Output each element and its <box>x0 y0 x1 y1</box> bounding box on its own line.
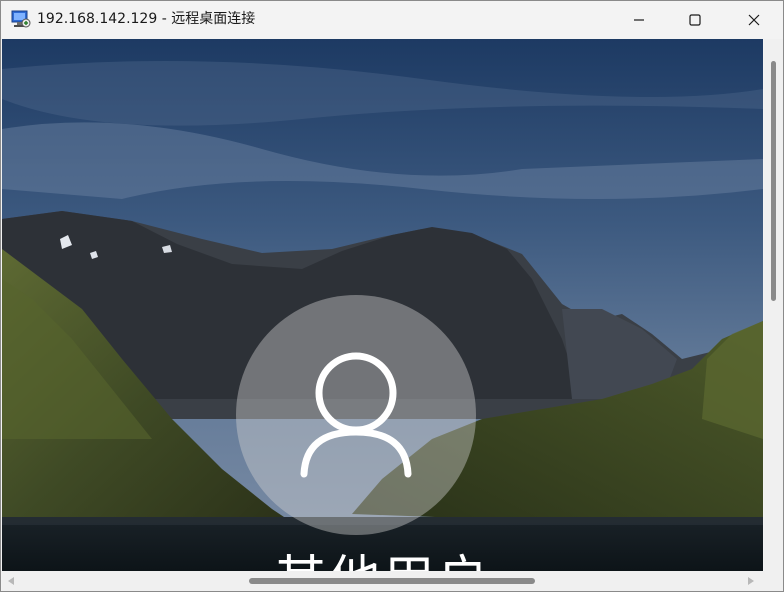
minimize-button[interactable] <box>610 1 668 38</box>
remote-desktop-icon <box>11 9 31 29</box>
horizontal-scrollbar[interactable] <box>2 571 764 591</box>
remote-lock-screen[interactable]: 其他用户 <box>2 39 763 571</box>
remote-desktop-window: 192.168.142.129 - 远程桌面连接 <box>0 0 784 592</box>
maximize-icon <box>689 13 701 26</box>
scrollbar-corner <box>764 571 783 591</box>
minimize-icon <box>633 14 645 26</box>
user-icon <box>296 348 416 482</box>
user-avatar[interactable] <box>236 295 476 535</box>
close-icon <box>748 14 760 26</box>
close-button[interactable] <box>725 1 783 38</box>
horizontal-scrollbar-thumb[interactable] <box>249 578 535 584</box>
vertical-scrollbar[interactable] <box>764 39 783 571</box>
vertical-scrollbar-thumb[interactable] <box>771 61 776 301</box>
username-label: 其他用户 <box>2 551 763 571</box>
scroll-right-arrow-icon[interactable] <box>748 577 754 585</box>
window-title: 192.168.142.129 - 远程桌面连接 <box>37 11 256 27</box>
maximize-button[interactable] <box>666 1 724 38</box>
title-bar[interactable]: 192.168.142.129 - 远程桌面连接 <box>1 1 783 38</box>
scroll-left-arrow-icon[interactable] <box>8 577 14 585</box>
